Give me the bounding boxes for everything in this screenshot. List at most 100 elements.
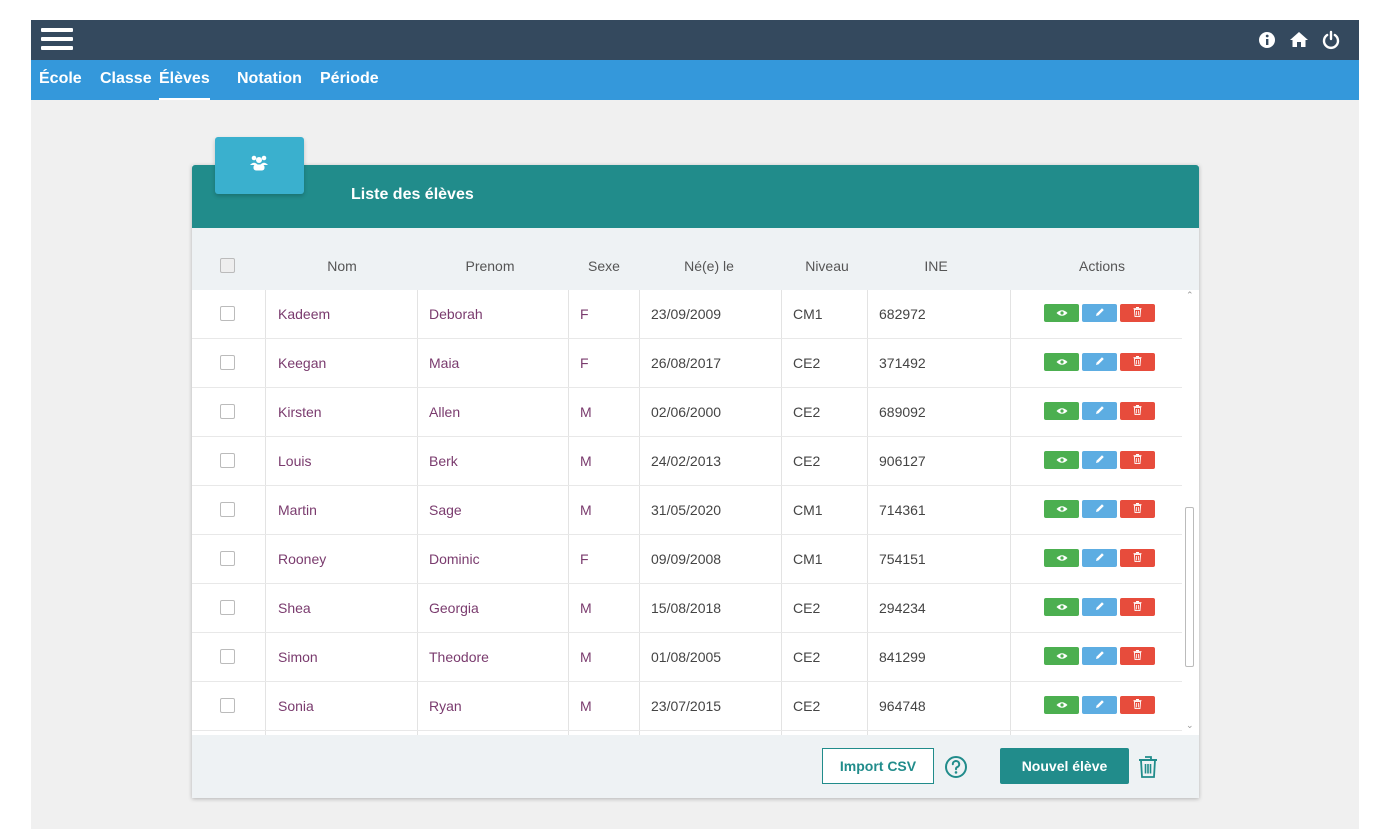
edit-button[interactable] <box>1082 598 1117 616</box>
table-row[interactable]: Louis Berk M 24/02/2013 CE2 906127 <box>192 437 1182 486</box>
column-header-ine[interactable]: INE <box>906 258 966 274</box>
card-header: Liste des élèves <box>192 165 1199 228</box>
cell-niveau: CM1 <box>793 551 823 567</box>
edit-button[interactable] <box>1082 549 1117 567</box>
nav-item-notation[interactable]: Notation <box>237 70 302 98</box>
table-row[interactable]: Martin Sage M 31/05/2020 CM1 714361 <box>192 486 1182 535</box>
scroll-down-arrow[interactable]: ⌄ <box>1186 720 1194 731</box>
delete-button[interactable] <box>1120 598 1155 616</box>
trash-icon <box>1133 451 1142 469</box>
edit-button[interactable] <box>1082 304 1117 322</box>
cell-niveau: CM1 <box>793 502 823 518</box>
cell-prenom: Deborah <box>429 306 483 322</box>
row-checkbox[interactable] <box>220 306 235 321</box>
trash-icon <box>1133 500 1142 518</box>
view-button[interactable] <box>1044 696 1079 714</box>
eye-icon <box>1056 598 1068 616</box>
table-row[interactable]: Sonia Ryan M 23/07/2015 CE2 964748 <box>192 682 1182 731</box>
table-row[interactable]: Kadeem Deborah F 23/09/2009 CM1 682972 <box>192 290 1182 339</box>
row-checkbox[interactable] <box>220 698 235 713</box>
home-icon[interactable] <box>1289 30 1309 50</box>
row-checkbox[interactable] <box>220 355 235 370</box>
edit-button[interactable] <box>1082 696 1117 714</box>
row-checkbox[interactable] <box>220 453 235 468</box>
view-button[interactable] <box>1044 451 1079 469</box>
power-icon[interactable] <box>1321 30 1341 50</box>
app: École Classe Élèves Notation Période Lis… <box>31 20 1359 829</box>
cell-ine: 906127 <box>879 453 926 469</box>
trash-icon[interactable] <box>1137 755 1159 779</box>
table-row[interactable]: Kirsten Allen M 02/06/2000 CE2 689092 <box>192 388 1182 437</box>
menu-icon[interactable] <box>41 27 73 51</box>
cell-ine: 964748 <box>879 698 926 714</box>
cell-niveau: CE2 <box>793 355 821 371</box>
column-header-nom[interactable]: Nom <box>302 258 382 274</box>
info-icon[interactable] <box>1257 30 1277 50</box>
edit-button[interactable] <box>1082 451 1117 469</box>
table-row[interactable]: Keegan Maia F 26/08/2017 CE2 371492 <box>192 339 1182 388</box>
view-button[interactable] <box>1044 304 1079 322</box>
delete-button[interactable] <box>1120 500 1155 518</box>
delete-button[interactable] <box>1120 647 1155 665</box>
column-header-niveau[interactable]: Niveau <box>792 258 862 274</box>
view-button[interactable] <box>1044 353 1079 371</box>
column-header-prenom[interactable]: Prenom <box>450 258 530 274</box>
delete-button[interactable] <box>1120 451 1155 469</box>
nav-item-periode[interactable]: Période <box>320 70 379 98</box>
table-row[interactable]: Rooney Dominic F 09/09/2008 CM1 754151 <box>192 535 1182 584</box>
edit-button[interactable] <box>1082 402 1117 420</box>
trash-icon <box>1133 647 1142 665</box>
row-actions <box>1044 598 1155 616</box>
row-checkbox[interactable] <box>220 649 235 664</box>
edit-button[interactable] <box>1082 647 1117 665</box>
row-checkbox[interactable] <box>220 600 235 615</box>
table-scrollbar[interactable]: ⌃ ⌄ <box>1182 290 1199 735</box>
view-button[interactable] <box>1044 647 1079 665</box>
pencil-icon <box>1095 696 1105 714</box>
delete-button[interactable] <box>1120 696 1155 714</box>
row-checkbox[interactable] <box>220 502 235 517</box>
delete-button[interactable] <box>1120 549 1155 567</box>
cell-prenom: Allen <box>429 404 461 420</box>
import-csv-button[interactable]: Import CSV <box>822 748 934 784</box>
cell-niveau: CE2 <box>793 453 821 469</box>
students-card: Liste des élèves Nom Prenom Sexe Né(e) l… <box>192 165 1199 798</box>
row-checkbox[interactable] <box>220 404 235 419</box>
scroll-thumb[interactable] <box>1185 507 1194 667</box>
delete-button[interactable] <box>1120 304 1155 322</box>
cell-sexe: F <box>580 551 589 567</box>
nav-item-ecole[interactable]: École <box>39 70 82 98</box>
trash-icon <box>1133 304 1142 322</box>
delete-button[interactable] <box>1120 402 1155 420</box>
trash-icon <box>1133 402 1142 420</box>
view-button[interactable] <box>1044 598 1079 616</box>
table-row[interactable]: Shea Georgia M 15/08/2018 CE2 294234 <box>192 584 1182 633</box>
nav-item-classe[interactable]: Classe <box>100 70 152 98</box>
scroll-up-arrow[interactable]: ⌃ <box>1186 290 1194 301</box>
users-tab <box>215 137 304 194</box>
nav-item-eleves[interactable]: Élèves <box>159 70 210 100</box>
row-checkbox[interactable] <box>220 551 235 566</box>
edit-button[interactable] <box>1082 500 1117 518</box>
help-icon[interactable] <box>944 755 968 779</box>
delete-button[interactable] <box>1120 353 1155 371</box>
table-row[interactable]: Simon Theodore M 01/08/2005 CE2 841299 <box>192 633 1182 682</box>
select-all-checkbox[interactable] <box>220 258 235 273</box>
view-button[interactable] <box>1044 500 1079 518</box>
edit-button[interactable] <box>1082 353 1117 371</box>
pencil-icon <box>1095 451 1105 469</box>
column-header-ne-le[interactable]: Né(e) le <box>659 258 759 274</box>
cell-ne-le: 01/08/2005 <box>651 649 722 665</box>
eye-icon <box>1056 451 1068 469</box>
new-student-button[interactable]: Nouvel élève <box>1000 748 1129 784</box>
column-header-sexe[interactable]: Sexe <box>579 258 629 274</box>
cell-prenom: Ryan <box>429 698 462 714</box>
cell-niveau: CE2 <box>793 600 821 616</box>
cell-sexe: M <box>580 649 592 665</box>
cell-sexe: M <box>580 453 592 469</box>
nav-bar: École Classe Élèves Notation Période <box>31 60 1359 100</box>
cell-ine: 294234 <box>879 600 926 616</box>
view-button[interactable] <box>1044 549 1079 567</box>
pencil-icon <box>1095 353 1105 371</box>
view-button[interactable] <box>1044 402 1079 420</box>
